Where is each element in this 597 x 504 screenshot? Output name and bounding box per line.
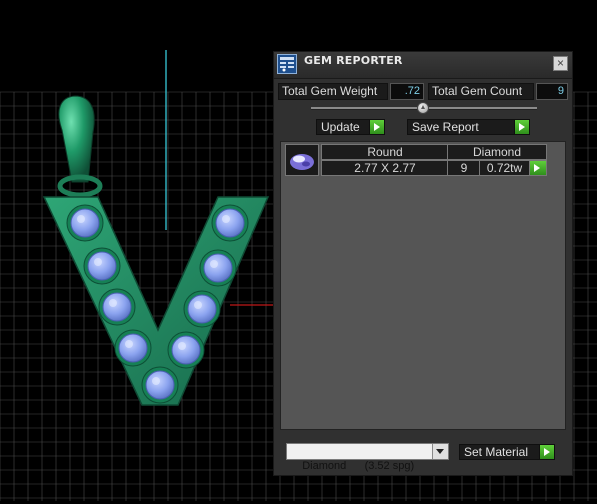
- update-button-label: Update: [321, 120, 360, 134]
- gem-stone: [203, 253, 233, 283]
- gem-material-header: Diamond: [447, 144, 547, 160]
- play-arrow-icon: [514, 120, 529, 134]
- gem-stone: [215, 208, 245, 238]
- material-select-value: Diamond (3.52 spg): [302, 460, 415, 472]
- set-material-button[interactable]: Set Material: [459, 444, 555, 460]
- gem-highlight: [94, 258, 102, 266]
- v-pendant-model: [42, 95, 270, 406]
- gem-stone: [171, 335, 201, 365]
- chevron-down-icon: [432, 444, 448, 459]
- total-gem-weight-label: Total Gem Weight: [278, 83, 388, 100]
- gem-list: Round Diamond 2.77 X 2.77 9 0.72tw: [280, 141, 566, 430]
- gem-size-cell: 2.77 X 2.77: [321, 160, 449, 176]
- close-icon: ×: [556, 56, 564, 70]
- gem-stone: [70, 208, 100, 238]
- gem-stone: [145, 370, 175, 400]
- close-button[interactable]: ×: [553, 56, 568, 71]
- slider-knob-icon[interactable]: [417, 102, 429, 114]
- gem-stone: [87, 251, 117, 281]
- gem-highlight: [222, 215, 230, 223]
- total-gem-count-value: 9: [536, 83, 568, 100]
- gem-reporter-icon: [277, 54, 297, 74]
- save-report-button[interactable]: Save Report: [407, 119, 530, 135]
- save-report-button-label: Save Report: [412, 120, 479, 134]
- bail-shape: [58, 95, 95, 183]
- total-gem-weight-value: .72: [390, 83, 424, 100]
- gem-stone: [187, 294, 217, 324]
- total-gem-count-label: Total Gem Count: [428, 83, 534, 100]
- gem-stone: [102, 292, 132, 322]
- material-select[interactable]: Diamond (3.52 spg): [286, 443, 449, 472]
- gem-highlight: [178, 342, 186, 350]
- panel-title: GEM REPORTER: [304, 54, 403, 67]
- gem-count-cell: 9: [447, 160, 481, 176]
- gem-highlight: [194, 301, 202, 309]
- gem-shape-header: Round: [321, 144, 449, 160]
- gem-highlight: [152, 377, 160, 385]
- gem-highlight: [210, 260, 218, 268]
- play-arrow-icon: [539, 445, 554, 459]
- gem-thumbnail-icon[interactable]: [285, 144, 319, 176]
- set-material-button-label: Set Material: [464, 445, 529, 459]
- gem-reporter-panel: GEM REPORTER × Total Gem Weight .72 Tota…: [273, 51, 573, 476]
- panel-titlebar[interactable]: GEM REPORTER ×: [274, 52, 572, 79]
- update-button[interactable]: Update: [316, 119, 385, 135]
- gem-highlight: [77, 215, 85, 223]
- gem-weight-cell: 0.72tw: [479, 160, 530, 176]
- gem-row-go-button[interactable]: [529, 160, 547, 176]
- gem-highlight: [125, 340, 133, 348]
- gem-stone: [118, 333, 148, 363]
- gem-highlight: [109, 299, 117, 307]
- play-arrow-icon: [369, 120, 384, 134]
